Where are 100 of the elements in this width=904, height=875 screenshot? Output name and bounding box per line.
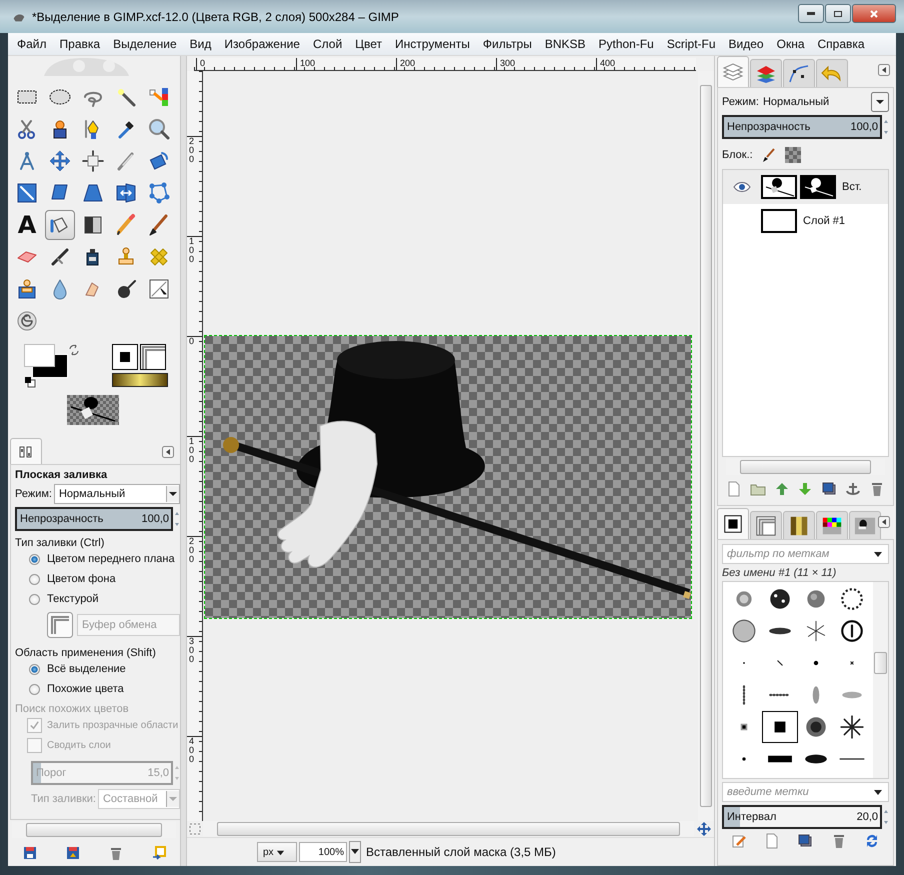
- radio-label[interactable]: Цветом фона: [47, 573, 116, 585]
- mode-dropdown[interactable]: Нормальный: [54, 484, 180, 504]
- radio-button[interactable]: [29, 574, 40, 584]
- maximize-icon: [833, 8, 843, 18]
- menu-item[interactable]: Цвет: [355, 37, 382, 51]
- bucket-fill-icon[interactable]: [45, 210, 75, 240]
- tag-entry-field[interactable]: введите метки: [722, 782, 889, 802]
- swap-icon[interactable]: [68, 344, 80, 356]
- opacity-slider[interactable]: Непрозрачность 100,0: [15, 507, 173, 531]
- radio-label[interactable]: Цветом переднего плана: [47, 553, 175, 565]
- radio-label[interactable]: Всё выделение: [47, 663, 126, 675]
- maximize-button[interactable]: [825, 4, 851, 23]
- ruler-label: 300: [496, 58, 596, 70]
- caret-icon[interactable]: [166, 486, 179, 502]
- checkmark-icon: [29, 720, 40, 730]
- layer-name[interactable]: Слой #1: [803, 215, 846, 227]
- menu-item[interactable]: BNKSB: [544, 37, 586, 51]
- layer-name[interactable]: Вст.: [842, 181, 862, 193]
- spacing-slider[interactable]: Интервал 20,0: [722, 805, 882, 829]
- paintbrush-icon[interactable]: [760, 147, 777, 163]
- menu-item[interactable]: Инструменты: [395, 37, 470, 51]
- pattern-icon[interactable]: [750, 511, 782, 539]
- image-canvas[interactable]: [205, 336, 691, 618]
- menu-item[interactable]: Правка: [60, 37, 100, 51]
- undo-icon[interactable]: [816, 59, 848, 87]
- up-arrow-icon[interactable]: [774, 481, 790, 497]
- menu-item[interactable]: Python-Fu: [598, 37, 654, 51]
- window-title: *Выделение в GIMP.xcf-12.0 (Цвета RGB, 2 слоя) 500x284 – GIMP: [32, 10, 400, 24]
- gradient-icon[interactable]: [783, 511, 815, 539]
- zoom-field[interactable]: 100%: [299, 842, 347, 862]
- status-message: Вставленный слой маска (3,5 МБ): [366, 845, 556, 859]
- quick-mask-icon[interactable]: [189, 823, 201, 835]
- color-swatches[interactable]: [24, 344, 68, 378]
- channels-icon[interactable]: [750, 59, 782, 87]
- layers-icon[interactable]: [717, 56, 749, 87]
- menu-item[interactable]: Окна: [776, 37, 804, 51]
- pattern-button[interactable]: [47, 612, 73, 638]
- layer-thumbnail[interactable]: [761, 209, 797, 233]
- tag-filter-field[interactable]: фильтр по меткам: [722, 544, 889, 564]
- caret-icon[interactable]: [871, 92, 889, 112]
- close-button[interactable]: [852, 4, 896, 23]
- new-page-icon[interactable]: [726, 481, 742, 497]
- default-colors-icon[interactable]: [24, 376, 36, 388]
- pencil-icon[interactable]: [730, 833, 747, 849]
- menu-item[interactable]: Фильтры: [482, 37, 532, 51]
- reset-icon[interactable]: [150, 845, 166, 861]
- tool-options-tab[interactable]: [10, 438, 42, 464]
- layer-thumbnail[interactable]: [761, 175, 797, 199]
- dock-menu-icon[interactable]: [878, 64, 890, 76]
- image-thumbnail[interactable]: [67, 395, 119, 425]
- gradient-preview[interactable]: [112, 373, 168, 387]
- radio-button[interactable]: [29, 684, 40, 694]
- duplicate-icon[interactable]: [797, 833, 814, 849]
- mode-value[interactable]: Нормальный: [762, 96, 867, 108]
- menu-item[interactable]: Script-Fu: [666, 37, 716, 51]
- radio-button[interactable]: [29, 594, 40, 604]
- layer-row[interactable]: Вст.: [723, 170, 888, 204]
- ruler-label: 200: [189, 137, 194, 164]
- radio-label[interactable]: Похожие цвета: [47, 683, 124, 695]
- ruler-label: 400: [189, 737, 194, 764]
- restore-icon[interactable]: [64, 845, 80, 861]
- mask-thumbnail[interactable]: [800, 175, 836, 199]
- brush-icon[interactable]: [717, 508, 749, 539]
- dock-menu-icon[interactable]: [878, 516, 890, 528]
- ruler-label: 400: [596, 58, 696, 70]
- brush-name: Без имени #1 (11 × 11): [722, 567, 838, 579]
- checkerboard-icon[interactable]: [784, 147, 801, 163]
- palette-icon[interactable]: [816, 511, 848, 539]
- caret-icon[interactable]: [873, 787, 883, 797]
- vertical-scrollbar[interactable]: [873, 582, 888, 778]
- caret-icon[interactable]: [276, 848, 285, 856]
- eye-icon[interactable]: [733, 182, 751, 192]
- floppy-icon[interactable]: [22, 845, 38, 861]
- layer-row[interactable]: Слой #1: [723, 204, 888, 238]
- menu-item[interactable]: Вид: [190, 37, 212, 51]
- dock-menu-icon[interactable]: [162, 446, 174, 458]
- move-arrows-icon[interactable]: [696, 821, 712, 837]
- image-icon[interactable]: [849, 511, 881, 539]
- menu-item[interactable]: Выделение: [113, 37, 177, 51]
- opacity-slider[interactable]: Непрозрачность 100,0: [722, 115, 882, 139]
- menu-item[interactable]: Слой: [312, 37, 342, 51]
- ruler-label: 0: [196, 58, 296, 70]
- minimize-button[interactable]: [798, 4, 824, 23]
- brush-preview[interactable]: [112, 344, 138, 370]
- pattern-preview[interactable]: [140, 344, 166, 370]
- radio-button[interactable]: [29, 554, 40, 564]
- zoom-caret-icon[interactable]: [349, 841, 361, 863]
- menu-item[interactable]: Файл: [17, 37, 47, 51]
- brush-thumbnail[interactable]: [762, 711, 798, 743]
- unit-dropdown[interactable]: px: [257, 842, 297, 862]
- menu-item[interactable]: Изображение: [224, 37, 300, 51]
- paths-icon[interactable]: [783, 59, 815, 87]
- menu-item[interactable]: Справка: [818, 37, 865, 51]
- radio-label[interactable]: Текстурой: [47, 593, 99, 605]
- radio-button[interactable]: [29, 664, 40, 674]
- new-page-icon[interactable]: [764, 833, 780, 849]
- caret-icon[interactable]: [873, 549, 883, 559]
- duplicate-icon[interactable]: [821, 481, 838, 497]
- anchor-icon[interactable]: [845, 481, 862, 497]
- menu-item[interactable]: Видео: [728, 37, 764, 51]
